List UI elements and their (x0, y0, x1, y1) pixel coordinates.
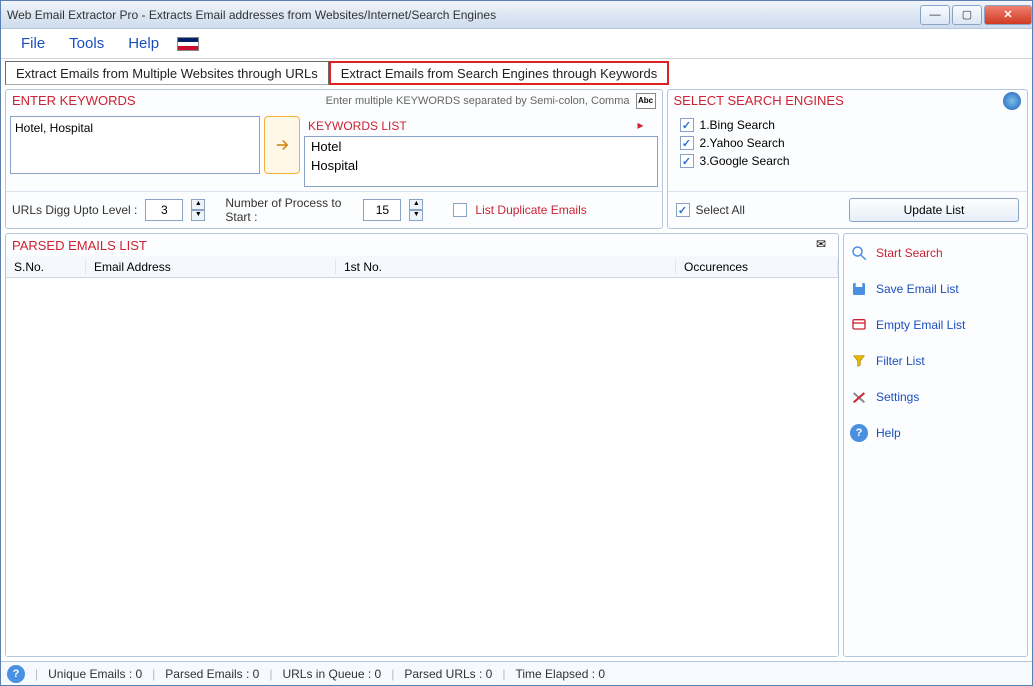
keywords-list[interactable]: Hotel Hospital (304, 136, 658, 187)
keywords-input[interactable] (10, 116, 260, 174)
parsed-table-body[interactable] (6, 278, 838, 656)
action-label: Start Search (876, 246, 943, 260)
status-queue: URLs in Queue : 0 (282, 667, 381, 681)
tab-urls[interactable]: Extract Emails from Multiple Websites th… (5, 61, 329, 85)
engines-title: SELECT SEARCH ENGINES (674, 93, 1003, 108)
keywords-title: ENTER KEYWORDS (12, 93, 326, 108)
empty-email-list-button[interactable]: Empty Email List (850, 316, 1021, 334)
globe-icon (1003, 92, 1021, 110)
maximize-button[interactable]: ▢ (952, 5, 982, 25)
status-parsed: Parsed Emails : 0 (165, 667, 259, 681)
status-help-icon[interactable]: ? (7, 665, 25, 683)
keywords-list-title-row: KEYWORDS LIST ▸ (304, 116, 658, 136)
process-count-input[interactable] (363, 199, 401, 221)
engine-checkbox[interactable] (680, 118, 694, 132)
close-button[interactable]: ✕ (984, 5, 1032, 25)
engine-item-bing[interactable]: 1.Bing Search (676, 116, 1019, 134)
status-unique: Unique Emails : 0 (48, 667, 142, 681)
parsed-emails-panel: PARSED EMAILS LIST ✉ S.No. Email Address… (5, 233, 839, 657)
spellcheck-icon[interactable]: Abc (636, 93, 656, 109)
keywords-body: KEYWORDS LIST ▸ Hotel Hospital (6, 112, 662, 191)
content-area: ENTER KEYWORDS Enter multiple KEYWORDS s… (1, 85, 1032, 661)
help-button[interactable]: ? Help (850, 424, 1021, 442)
minimize-button[interactable]: — (920, 5, 950, 25)
window-controls: — ▢ ✕ (918, 5, 1032, 25)
filter-icon (850, 352, 868, 370)
list-item[interactable]: Hotel (305, 137, 657, 156)
digg-spinner[interactable]: ▲▼ (191, 199, 205, 221)
process-spinner[interactable]: ▲▼ (409, 199, 423, 221)
menubar: File Tools Help (1, 29, 1032, 59)
engine-label: 2.Yahoo Search (700, 136, 785, 150)
duplicate-emails-label: List Duplicate Emails (475, 203, 586, 217)
keywords-list-wrap: KEYWORDS LIST ▸ Hotel Hospital (304, 116, 658, 187)
empty-list-icon (850, 316, 868, 334)
titlebar: Web Email Extractor Pro - Extracts Email… (1, 1, 1032, 29)
engine-item-yahoo[interactable]: 2.Yahoo Search (676, 134, 1019, 152)
digg-label: URLs Digg Upto Level : (12, 203, 137, 217)
list-collapse-icon[interactable]: ▸ (638, 118, 654, 134)
engines-footer: Select All Update List (668, 191, 1027, 228)
app-window: Web Email Extractor Pro - Extracts Email… (0, 0, 1033, 686)
save-email-list-button[interactable]: Save Email List (850, 280, 1021, 298)
tab-bar: Extract Emails from Multiple Websites th… (1, 59, 1032, 85)
engine-checkbox[interactable] (680, 136, 694, 150)
side-actions: Start Search Save Email List Empty Email… (843, 233, 1028, 657)
menu-help[interactable]: Help (116, 31, 171, 56)
search-icon (850, 244, 868, 262)
update-list-button[interactable]: Update List (849, 198, 1019, 222)
col-email[interactable]: Email Address (86, 260, 336, 274)
engine-checkbox[interactable] (680, 154, 694, 168)
select-all-checkbox[interactable] (676, 203, 690, 217)
start-search-button[interactable]: Start Search (850, 244, 1021, 262)
status-time: Time Elapsed : 0 (515, 667, 605, 681)
parsed-table-header: S.No. Email Address 1st No. Occurences (6, 256, 838, 278)
action-label: Help (876, 426, 901, 440)
col-first[interactable]: 1st No. (336, 260, 676, 274)
settings-button[interactable]: Settings (850, 388, 1021, 406)
arrow-right-icon (273, 136, 291, 154)
help-icon: ? (850, 424, 868, 442)
settings-icon (850, 388, 868, 406)
save-icon (850, 280, 868, 298)
email-icon: ✉ (816, 237, 832, 253)
keywords-panel-header: ENTER KEYWORDS Enter multiple KEYWORDS s… (6, 90, 662, 112)
engine-label: 3.Google Search (700, 154, 790, 168)
col-sno[interactable]: S.No. (6, 260, 86, 274)
engines-header: SELECT SEARCH ENGINES (668, 90, 1027, 112)
menu-file[interactable]: File (9, 31, 57, 56)
engine-label: 1.Bing Search (700, 118, 775, 132)
filter-list-button[interactable]: Filter List (850, 352, 1021, 370)
keywords-list-title: KEYWORDS LIST (308, 119, 638, 133)
process-label: Number of Process to Start : (225, 196, 355, 224)
list-item[interactable]: Hospital (305, 156, 657, 175)
parsed-title: PARSED EMAILS LIST (12, 238, 816, 253)
add-keyword-button[interactable] (264, 116, 300, 174)
duplicate-emails-checkbox[interactable] (453, 203, 467, 217)
tab-keywords[interactable]: Extract Emails from Search Engines throu… (329, 61, 669, 85)
engines-body: 1.Bing Search 2.Yahoo Search 3.Google Se… (668, 112, 1027, 191)
menu-tools[interactable]: Tools (57, 31, 116, 56)
engines-panel: SELECT SEARCH ENGINES 1.Bing Search 2.Ya… (667, 89, 1028, 229)
engine-item-google[interactable]: 3.Google Search (676, 152, 1019, 170)
statusbar: ? | Unique Emails : 0| Parsed Emails : 0… (1, 661, 1032, 685)
action-label: Filter List (876, 354, 925, 368)
parsed-header: PARSED EMAILS LIST ✉ (6, 234, 838, 256)
window-title: Web Email Extractor Pro - Extracts Email… (7, 8, 918, 22)
action-label: Save Email List (876, 282, 959, 296)
bottom-row: PARSED EMAILS LIST ✉ S.No. Email Address… (5, 233, 1028, 657)
top-row: ENTER KEYWORDS Enter multiple KEYWORDS s… (5, 89, 1028, 229)
digg-level-input[interactable] (145, 199, 183, 221)
language-flag-icon[interactable] (177, 37, 199, 51)
keywords-hint: Enter multiple KEYWORDS separated by Sem… (326, 95, 630, 107)
status-parsed-urls: Parsed URLs : 0 (404, 667, 492, 681)
keywords-panel: ENTER KEYWORDS Enter multiple KEYWORDS s… (5, 89, 663, 229)
col-occur[interactable]: Occurences (676, 260, 838, 274)
action-label: Settings (876, 390, 919, 404)
action-label: Empty Email List (876, 318, 965, 332)
keywords-footer: URLs Digg Upto Level : ▲▼ Number of Proc… (6, 191, 662, 228)
select-all-label: Select All (696, 203, 745, 217)
